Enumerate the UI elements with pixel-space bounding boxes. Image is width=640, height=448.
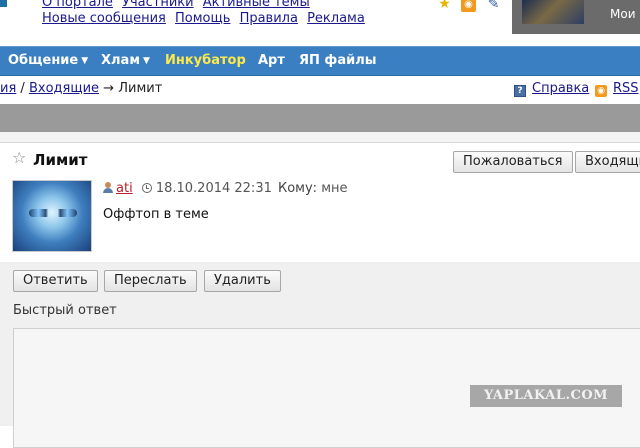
pencil-icon[interactable]: ✎: [486, 0, 501, 12]
breadcrumb-inbox-link[interactable]: Входящие: [29, 81, 99, 96]
nav-item-yap-files[interactable]: ЯП файлы: [299, 53, 376, 68]
breadcrumb: ия / Входящие → Лимит: [0, 81, 162, 96]
top-header: О портале Участники Активные темы Новые …: [0, 0, 640, 40]
help-link[interactable]: ? Справка: [514, 81, 589, 97]
message-title: Лимит: [33, 151, 88, 169]
recipient-label: Кому:: [278, 181, 318, 196]
avatar-image-detail: [29, 209, 77, 217]
help-label[interactable]: Справка: [532, 81, 589, 96]
link-active-topics[interactable]: Активные темы: [203, 0, 310, 10]
link-new-posts[interactable]: Новые сообщения: [42, 11, 166, 26]
user-panel: Мои: [512, 0, 640, 34]
top-links-row-2: Новые сообщения Помощь Правила Реклама: [42, 11, 370, 26]
section-divider: [0, 104, 640, 132]
rss-icon: ◉: [595, 85, 607, 97]
sender-link[interactable]: ati: [116, 181, 133, 196]
top-links-row-1: О портале Участники Активные темы: [42, 0, 315, 10]
caret-down-icon: ▼: [142, 56, 150, 66]
star-icon[interactable]: ★: [437, 0, 452, 12]
message-datetime: 18.10.2014 22:31: [155, 181, 272, 196]
breadcrumb-current: Лимит: [118, 81, 163, 96]
delete-button[interactable]: Удалить: [204, 270, 281, 292]
message-body: Оффтоп в теме: [103, 207, 209, 222]
link-about[interactable]: О портале: [42, 0, 113, 10]
link-rules[interactable]: Правила: [240, 11, 298, 26]
clock-icon: [141, 183, 152, 193]
user-icon: [103, 182, 113, 193]
site-watermark: YAPLAKAL.COM: [470, 385, 622, 407]
nav-label: Хлам: [101, 53, 140, 68]
breadcrumb-separator: /: [20, 81, 25, 96]
logo-fragment[interactable]: [0, 0, 7, 7]
rss-icon[interactable]: ◉: [461, 0, 476, 12]
breadcrumb-prefix-link[interactable]: ия: [0, 81, 16, 96]
main-nav: Общение ▼ Хлам ▼ Инкубатор Арт ЯП файлы: [0, 46, 640, 76]
message-card: ☆ Лимит Пожаловаться Входящи ati 18.10.2…: [0, 142, 640, 263]
link-members[interactable]: Участники: [122, 0, 194, 10]
favorite-star-icon[interactable]: ☆: [12, 148, 26, 167]
nav-item-art[interactable]: Арт: [258, 53, 285, 68]
sender-avatar[interactable]: [12, 180, 92, 252]
nav-item-inkubator[interactable]: Инкубатор: [165, 53, 246, 68]
report-button[interactable]: Пожаловаться: [453, 151, 573, 173]
user-menu-label[interactable]: Мои: [610, 7, 636, 21]
recipient-value: мне: [321, 181, 348, 196]
reply-button[interactable]: Ответить: [13, 270, 98, 292]
caret-down-icon: ▼: [81, 56, 89, 66]
help-icon: ?: [514, 85, 526, 97]
quick-reply-label: Быстрый ответ: [13, 303, 117, 318]
message-meta: ati 18.10.2014 22:31 Кому: мне: [103, 181, 348, 196]
link-ads[interactable]: Реклама: [307, 11, 365, 26]
nav-item-obshchenie[interactable]: Общение ▼: [8, 53, 88, 68]
spacer: [0, 132, 640, 142]
breadcrumb-row: ия / Входящие → Лимит ? Справка ◉ RSS: [0, 76, 640, 102]
user-avatar[interactable]: [522, 0, 584, 24]
inbox-button[interactable]: Входящи: [575, 151, 640, 173]
nav-item-khlam[interactable]: Хлам ▼: [101, 53, 150, 68]
rss-label[interactable]: RSS: [613, 81, 639, 96]
breadcrumb-arrow: →: [103, 81, 115, 96]
rss-link[interactable]: ◉ RSS: [595, 81, 639, 97]
forward-button[interactable]: Переслать: [104, 270, 197, 292]
link-help[interactable]: Помощь: [175, 11, 230, 26]
nav-label: Общение: [8, 53, 79, 68]
